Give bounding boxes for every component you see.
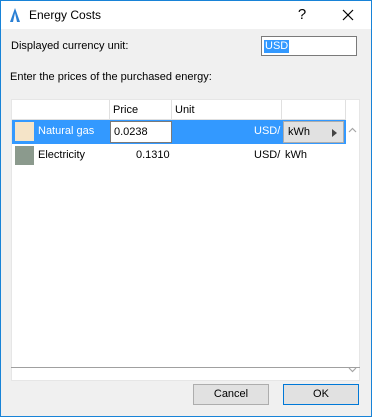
prices-label: Enter the prices of the purchased energy… xyxy=(10,71,212,83)
column-header-color xyxy=(12,100,110,120)
energy-unit-value: kWh xyxy=(288,126,310,138)
price-input[interactable]: 0.0238 xyxy=(110,121,172,143)
app-icon xyxy=(10,8,20,22)
currency-label: Displayed currency unit: xyxy=(11,40,129,52)
vertical-scrollbar[interactable] xyxy=(346,120,359,380)
window-title: Energy Costs xyxy=(29,8,102,22)
price-value: 0.0238 xyxy=(114,126,148,138)
price-value: 0.1310 xyxy=(136,149,170,161)
energy-name: Electricity xyxy=(38,149,86,161)
currency-value: USD xyxy=(264,40,290,53)
help-button[interactable]: ? xyxy=(294,5,310,25)
currency-input[interactable]: USD xyxy=(261,36,357,56)
table-row-natural-gas[interactable]: Natural gas 0.0238 USD/ kWh xyxy=(12,120,346,144)
currency-unit: USD/ xyxy=(254,149,281,161)
close-icon[interactable] xyxy=(338,5,358,25)
column-header-extra xyxy=(282,100,346,120)
energy-unit-value: kWh xyxy=(285,149,307,161)
energy-unit-dropdown[interactable]: kWh xyxy=(283,121,344,143)
cancel-button[interactable]: Cancel xyxy=(193,384,269,405)
table-row-electricity[interactable]: Electricity 0.1310 USD/ kWh xyxy=(12,144,346,168)
dialog-body: Displayed currency unit: USD Enter the p… xyxy=(1,29,371,416)
currency-unit: USD/ xyxy=(254,125,281,137)
column-header-price: Price xyxy=(110,100,172,120)
scroll-up-icon[interactable] xyxy=(348,126,357,135)
color-swatch xyxy=(15,122,34,141)
dropdown-arrow-icon xyxy=(332,129,337,137)
divider xyxy=(11,367,360,368)
ok-button[interactable]: OK xyxy=(283,384,359,405)
column-header-unit: Unit xyxy=(172,100,282,120)
energy-costs-dialog: Energy Costs ? Displayed currency unit: … xyxy=(0,0,372,417)
energy-name: Natural gas xyxy=(38,125,95,137)
title-bar: Energy Costs ? xyxy=(1,1,371,29)
energy-table: Price Unit Natural gas 0.0238 USD/ kWh E… xyxy=(11,99,360,381)
color-swatch xyxy=(15,146,34,165)
